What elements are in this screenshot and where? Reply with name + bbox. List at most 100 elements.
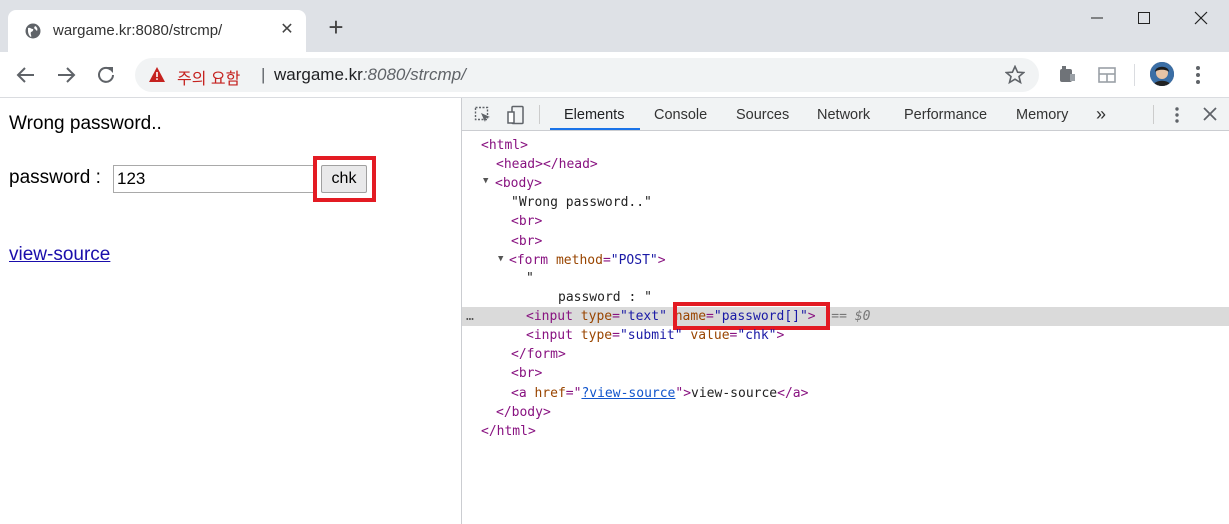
text-node-password: password : " [558, 290, 652, 305]
val-text: "text" [619, 309, 667, 324]
maximize-button[interactable] [1124, 4, 1164, 32]
toolbar-divider [1134, 64, 1135, 86]
expand-triangle-icon[interactable]: ▼ [498, 254, 503, 264]
more-tabs-icon[interactable]: » [1096, 104, 1106, 125]
browser-toolbar: 주의 요함 | wargame.kr:8080/strcmp/ [0, 52, 1229, 98]
dom-line-body[interactable]: <body> [495, 174, 542, 193]
tag-br: <br> [511, 214, 543, 229]
minimize-button[interactable] [1077, 4, 1117, 32]
tab-network[interactable]: Network [817, 107, 870, 123]
dom-line-head[interactable]: <head></head> [496, 155, 598, 174]
devtools-tab-bar: Elements Console Sources Network Perform… [462, 98, 1229, 131]
devtools-divider [1153, 105, 1154, 124]
href-link[interactable]: ?view-source [581, 386, 675, 401]
chk-submit-button[interactable]: chk [321, 165, 367, 193]
tag-a-close: </a> [777, 386, 809, 401]
maximize-icon [1138, 12, 1150, 24]
dom-line-anchor[interactable]: <a href="?view-source">view-source</a> [511, 384, 808, 403]
tab-memory[interactable]: Memory [1016, 107, 1068, 123]
tag-a: <a [511, 386, 535, 401]
password-input[interactable] [113, 165, 316, 193]
dom-line-br[interactable]: <br> [511, 212, 542, 231]
extension-icon[interactable] [1056, 64, 1078, 86]
devtools-menu-icon[interactable] [1169, 106, 1185, 124]
tag-br: <br> [511, 366, 543, 381]
url-path: :8080/strcmp/ [362, 65, 466, 84]
tab-performance[interactable]: Performance [904, 107, 987, 123]
profile-avatar-icon [1150, 62, 1174, 86]
val-chk: "chk" [737, 328, 777, 343]
status-message: Wrong password.. [9, 113, 162, 134]
attr-href: href [534, 386, 566, 401]
menu-kebab-icon[interactable] [1187, 64, 1209, 86]
tag-br: <br> [511, 234, 543, 249]
node-ellipsis-icon[interactable]: … [466, 307, 474, 326]
tab-strip: wargame.kr:8080/strcmp/ ✕ + [0, 0, 1229, 52]
tab-sources[interactable]: Sources [736, 107, 789, 123]
inspect-element-icon[interactable] [474, 106, 492, 124]
tab-console[interactable]: Console [654, 107, 707, 123]
close-icon[interactable] [1203, 107, 1217, 121]
page-viewport: Wrong password.. password : chk view-sou… [0, 98, 461, 524]
view-source-link[interactable]: view-source [9, 244, 110, 266]
dom-line-input-text[interactable]: <input type="text" name="password[]"> ==… [526, 307, 870, 326]
tag-head: <head></head> [496, 157, 598, 172]
val-password-array: "password[]" [713, 309, 808, 324]
device-toolbar-icon[interactable] [506, 105, 526, 125]
dom-line-br[interactable]: <br> [511, 232, 542, 251]
security-warning-label[interactable]: 주의 요함 [177, 65, 240, 89]
attr-method: method [555, 253, 603, 268]
forward-arrow-icon[interactable] [54, 63, 78, 87]
val-post: "POST" [610, 253, 658, 268]
attr-name: name [674, 309, 707, 324]
dom-line-form-close[interactable]: </form> [511, 345, 566, 364]
dom-line-form[interactable]: <form method="POST"> [509, 251, 666, 270]
new-tab-button[interactable]: + [325, 14, 347, 40]
tag-form-close: </form> [511, 347, 566, 362]
active-tab-indicator [550, 128, 640, 130]
tag-html-open: <html> [481, 138, 528, 153]
reload-icon[interactable] [94, 63, 118, 87]
tag-form-open: <form [509, 253, 556, 268]
tag-body-close: </body> [496, 405, 551, 420]
url-text[interactable]: wargame.kr:8080/strcmp/ [274, 65, 466, 85]
expand-triangle-icon[interactable]: ▼ [483, 176, 488, 186]
text-node-quote: " [526, 271, 534, 286]
tag-input: <input [526, 328, 581, 343]
selected-marker: == $0 [831, 309, 871, 324]
val-submit: "submit" [619, 328, 683, 343]
tab-elements[interactable]: Elements [564, 107, 624, 123]
tag-input: <input [526, 309, 581, 324]
dom-line-text[interactable]: "Wrong password.." [511, 193, 652, 212]
password-label: password : [9, 167, 101, 188]
back-arrow-icon[interactable] [14, 63, 38, 87]
close-window-button[interactable] [1181, 4, 1221, 32]
close-icon [1194, 11, 1208, 25]
dom-line-input-submit[interactable]: <input type="submit" value="chk"> [526, 326, 784, 345]
text-node-wrong-password: "Wrong password.." [511, 195, 652, 210]
bookmark-star-icon[interactable] [1005, 65, 1025, 85]
dom-line-text[interactable]: password : " [558, 288, 652, 307]
tab-title: wargame.kr:8080/strcmp/ [53, 22, 223, 39]
dom-line-br[interactable]: <br> [511, 364, 542, 383]
attr-type: type [580, 328, 613, 343]
dom-line-html-close[interactable]: </html> [481, 422, 536, 441]
browser-tab[interactable]: wargame.kr:8080/strcmp/ ✕ [8, 10, 306, 52]
attr-type: type [580, 309, 613, 324]
dom-line-html[interactable]: <html> [481, 136, 528, 155]
avatar[interactable] [1150, 62, 1174, 86]
address-bar[interactable]: 주의 요함 | wargame.kr:8080/strcmp/ [135, 58, 1039, 92]
devtools-divider [539, 105, 540, 124]
layout-extension-icon[interactable] [1096, 64, 1118, 86]
attr-value: value [690, 328, 730, 343]
globe-icon [25, 23, 41, 39]
url-host: wargame.kr [274, 65, 363, 84]
tag-body-open: <body> [495, 176, 542, 191]
omnibox-separator: | [261, 65, 266, 84]
close-tab-icon[interactable]: ✕ [278, 21, 296, 39]
tag-html-close: </html> [481, 424, 536, 439]
minimize-icon [1091, 17, 1103, 19]
devtools-panel: Elements Console Sources Network Perform… [461, 98, 1229, 524]
dom-line-body-close[interactable]: </body> [496, 403, 551, 422]
dom-line-text[interactable]: " [526, 269, 534, 288]
